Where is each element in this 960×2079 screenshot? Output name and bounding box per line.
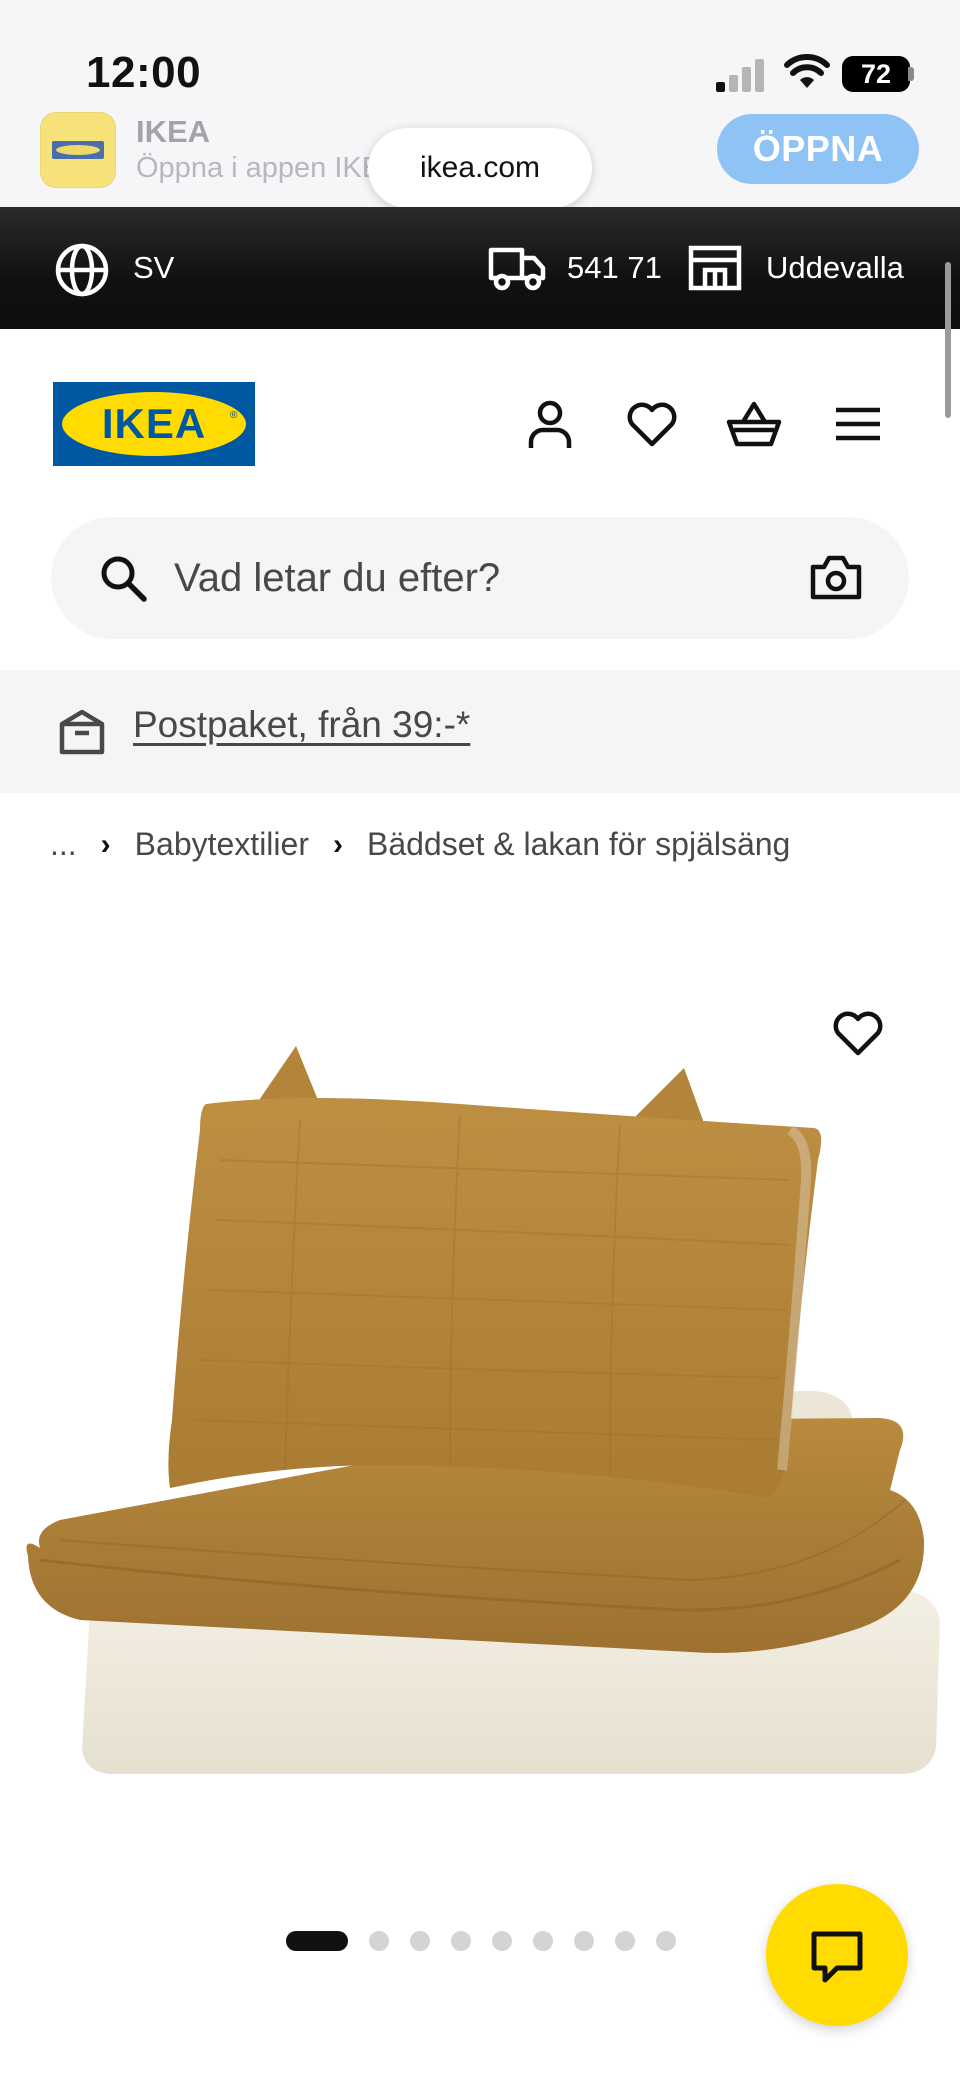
globe-icon[interactable] <box>54 242 110 298</box>
breadcrumb-item-baddset[interactable]: Bäddset & lakan för spjälsäng <box>367 826 790 863</box>
profile-icon[interactable] <box>522 396 578 452</box>
camera-icon[interactable] <box>810 553 862 601</box>
parcel-box-icon <box>59 709 105 755</box>
carousel-dot[interactable] <box>615 1931 635 1951</box>
breadcrumb: ... › Babytextilier › Bäddset & lakan fö… <box>50 826 790 863</box>
breadcrumb-separator: › <box>332 827 343 861</box>
chat-bubble-icon <box>811 1931 863 1983</box>
url-pill[interactable]: ikea.com <box>368 128 592 208</box>
basket-icon[interactable] <box>726 396 782 452</box>
carousel-dot[interactable] <box>574 1931 594 1951</box>
truck-icon[interactable] <box>488 244 546 292</box>
breadcrumb-ellipsis[interactable]: ... <box>50 826 77 863</box>
app-icon[interactable] <box>40 112 116 188</box>
carousel-dot[interactable] <box>369 1931 389 1951</box>
carousel-indicators[interactable] <box>286 1931 697 1951</box>
signal-icon <box>716 59 764 92</box>
status-time: 12:00 <box>86 48 202 97</box>
ikea-logo[interactable]: IKEA ® <box>53 382 255 466</box>
carousel-dot-active[interactable] <box>286 1931 348 1951</box>
carousel-dot[interactable] <box>410 1931 430 1951</box>
search-input[interactable] <box>174 540 734 616</box>
carousel-dot[interactable] <box>451 1931 471 1951</box>
carousel-dot[interactable] <box>533 1931 553 1951</box>
store-selector[interactable]: Uddevalla <box>766 250 904 286</box>
battery-indicator: 72 <box>842 56 910 92</box>
scrollbar[interactable] <box>945 262 951 418</box>
battery-cap <box>908 67 914 81</box>
language-selector[interactable]: SV <box>133 250 174 286</box>
heart-icon[interactable] <box>624 396 680 452</box>
postal-code[interactable]: 541 71 <box>567 250 662 286</box>
store-icon[interactable] <box>688 244 742 292</box>
search-icon[interactable] <box>98 553 148 603</box>
menu-icon[interactable] <box>830 396 886 452</box>
wifi-icon <box>784 54 830 88</box>
open-app-button[interactable]: ÖPPNA <box>717 114 919 184</box>
app-name: IKEA <box>136 114 211 149</box>
breadcrumb-item-babytextilier[interactable]: Babytextilier <box>135 826 309 863</box>
breadcrumb-separator: › <box>100 827 111 861</box>
carousel-dot[interactable] <box>656 1931 676 1951</box>
app-subtitle: Öppna i appen IKEA <box>136 152 376 184</box>
logo-text: IKEA <box>101 400 207 447</box>
carousel-dot[interactable] <box>492 1931 512 1951</box>
promo-link[interactable]: Postpaket, från 39:-* <box>133 704 470 746</box>
product-image[interactable] <box>0 960 960 1960</box>
chat-button[interactable] <box>766 1884 908 2026</box>
add-to-favourites-icon[interactable] <box>830 1005 886 1061</box>
